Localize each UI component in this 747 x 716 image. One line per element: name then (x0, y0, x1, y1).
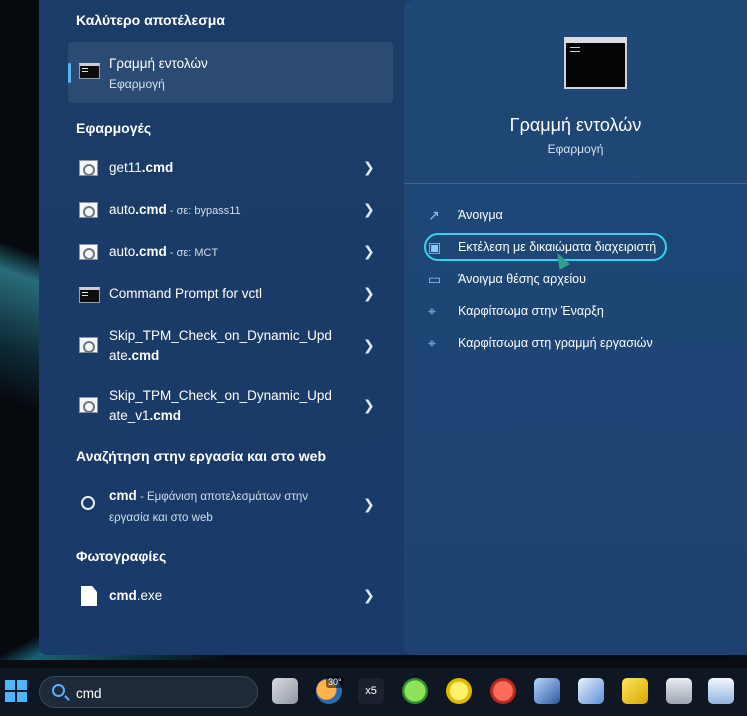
photos-heading: Φωτογραφίες (76, 548, 167, 564)
pin-icon: ⌖ (428, 335, 436, 351)
result-location: - σε: MCT (166, 247, 219, 259)
command-prompt-icon (79, 63, 100, 79)
result-ext: .exe (136, 588, 163, 603)
apps-heading: Εφαρμογές (76, 120, 152, 136)
chevron-right-icon[interactable]: ❯ (363, 337, 375, 354)
chevron-right-icon[interactable]: ❯ (363, 397, 375, 414)
preview-subtitle: Εφαρμογή (547, 142, 604, 156)
chevron-right-icon[interactable]: ❯ (363, 587, 375, 604)
result-ext: .cmd (135, 202, 167, 217)
web-search-heading: Αναζήτηση στην εργασία και στο web (76, 448, 327, 464)
system-info-icon[interactable] (578, 678, 604, 704)
taskbar: x5 (0, 668, 747, 716)
result-name: cmd (109, 588, 137, 603)
batch-file-icon (79, 244, 98, 260)
red-power-icon[interactable] (490, 678, 516, 704)
chevron-right-icon[interactable]: ❯ (363, 201, 375, 218)
open-external-icon: ↗ (428, 207, 440, 223)
result-ext: .cmd (149, 408, 182, 423)
windows-start-icon[interactable] (5, 680, 27, 702)
app-result-skip-tpm-v1[interactable]: Skip_TPM_Check_on_Dynamic_Upd ate_v1.cmd… (39, 380, 401, 430)
command-prompt-icon (79, 287, 100, 303)
search-input[interactable] (76, 683, 246, 703)
batch-file-icon (79, 337, 98, 353)
best-match-type: Εφαρμογή (109, 77, 165, 91)
command-prompt-large-icon (564, 37, 627, 89)
app-result-command-prompt-vctl[interactable]: Command Prompt for vctl ❯ (39, 276, 401, 312)
results-list: Καλύτερο αποτέλεσμα Γραμμή εντολών Εφαρμ… (39, 0, 401, 655)
folder-icon: ▭ (428, 271, 442, 287)
app-result-skip-tpm[interactable]: Skip_TPM_Check_on_Dynamic_Upd ate.cmd ❯ (39, 320, 401, 370)
result-ext: .cmd (141, 160, 174, 175)
result-ext: .cmd (135, 244, 167, 259)
result-ext: .cmd (127, 348, 160, 363)
selection-accent (68, 63, 71, 83)
app-result-get11[interactable]: get11.cmd ❯ (39, 150, 401, 186)
web-query: cmd (109, 488, 137, 503)
chevron-right-icon[interactable]: ❯ (363, 285, 375, 302)
action-label: Καρφίτσωμα στην Έναρξη (458, 304, 604, 318)
resource-monitor-icon[interactable] (708, 678, 734, 704)
action-label: Άνοιγμα (458, 208, 503, 222)
calculator-icon[interactable] (666, 678, 692, 704)
pin-icon: ⌖ (428, 303, 436, 319)
file-icon (81, 586, 97, 606)
batch-file-icon (79, 160, 98, 176)
result-name-line1: Skip_TPM_Check_on_Dynamic_Upd (109, 328, 332, 343)
result-name: auto (109, 202, 136, 217)
green-app-icon[interactable] (402, 678, 428, 704)
pdf-icon[interactable] (622, 678, 648, 704)
best-match-heading: Καλύτερο αποτέλεσμα (76, 12, 225, 28)
computer-icon[interactable] (534, 678, 560, 704)
best-match-name: Γραμμή εντολών (109, 56, 208, 71)
chevron-right-icon[interactable]: ❯ (363, 243, 375, 260)
divider (404, 183, 747, 184)
app-x5-icon[interactable]: x5 (358, 678, 384, 704)
batch-file-icon (79, 202, 98, 218)
taskbar-search[interactable] (39, 676, 258, 708)
chevron-right-icon[interactable]: ❯ (363, 159, 375, 176)
chevron-right-icon[interactable]: ❯ (363, 496, 375, 513)
preview-pane: Γραμμή εντολών Εφαρμογή ↗ Άνοιγμα ▣ Εκτέ… (404, 0, 747, 655)
search-icon (81, 496, 95, 510)
result-name-line1: Skip_TPM_Check_on_Dynamic_Upd (109, 388, 332, 403)
result-name-line2: ate (109, 348, 128, 363)
result-name: get11 (109, 160, 142, 175)
web-search-result[interactable]: cmd - Εμφάνιση αποτελεσμάτων στην εργασί… (39, 482, 401, 528)
batch-file-icon (79, 397, 98, 413)
app-result-auto-mct[interactable]: auto.cmd - σε: MCT ❯ (39, 234, 401, 270)
task-view-icon[interactable] (272, 678, 298, 704)
result-name: auto (109, 244, 136, 259)
action-label: Καρφίτσωμα στη γραμμή εργασιών (458, 336, 653, 350)
action-label: Άνοιγμα θέσης αρχείου (458, 272, 586, 286)
web-hint-line2: εργασία και στο web (109, 512, 213, 524)
yellow-power-icon[interactable] (446, 678, 472, 704)
result-name-line2: ate_v1 (109, 408, 150, 423)
photo-result-cmd-exe[interactable]: cmd.exe ❯ (39, 578, 401, 614)
best-match-result[interactable]: Γραμμή εντολών Εφαρμογή (68, 42, 393, 103)
result-location: - σε: bypass11 (166, 205, 241, 217)
search-icon (52, 684, 65, 697)
web-hint-line1: - Εμφάνιση αποτελεσμάτων στην (136, 491, 309, 503)
search-results-panel: Καλύτερο αποτέλεσμα Γραμμή εντολών Εφαρμ… (39, 0, 747, 655)
shield-icon: ▣ (428, 239, 442, 255)
app-result-auto-bypass11[interactable]: auto.cmd - σε: bypass11 ❯ (39, 192, 401, 228)
weather-temperature: 30° (326, 676, 344, 688)
result-name: Command Prompt for vctl (109, 286, 263, 301)
preview-title: Γραμμή εντολών (509, 115, 642, 135)
